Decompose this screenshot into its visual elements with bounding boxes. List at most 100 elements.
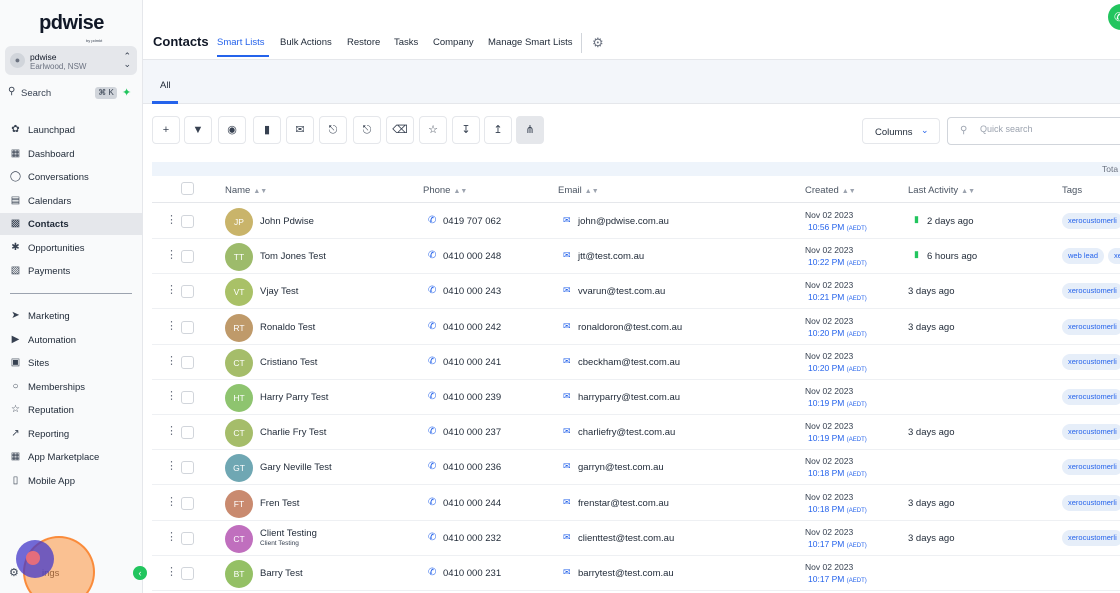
email-icon[interactable]: ✉ [563, 567, 571, 578]
row-menu-icon[interactable]: ⋮ [166, 531, 177, 542]
contact-email[interactable]: harryparry@test.com.au [578, 392, 680, 403]
contact-name[interactable]: Cristiano Test [260, 357, 317, 368]
contact-name[interactable]: Client Testing [260, 528, 317, 539]
row-menu-icon[interactable]: ⋮ [166, 461, 177, 472]
sidebar-item-automation[interactable]: ▶ Automation [9, 329, 137, 351]
contact-name[interactable]: Fren Test [260, 498, 299, 509]
sidebar-item-conversations[interactable]: ◯ Conversations [9, 166, 137, 188]
column-header-phone[interactable]: Phone ▲▼ [423, 185, 467, 196]
row-menu-icon[interactable]: ⋮ [166, 285, 177, 296]
tag-badge[interactable]: xerocustomerli [1062, 318, 1120, 335]
phone-icon[interactable]: ✆ [428, 285, 436, 296]
email-icon[interactable]: ✉ [563, 461, 571, 472]
contact-phone[interactable]: 0410 000 242 [443, 322, 501, 333]
sidebar-item-marketing[interactable]: ➤ Marketing [9, 305, 137, 327]
tag-badge[interactable]: xerocustomerli [1062, 529, 1120, 546]
tab-all[interactable]: All [160, 80, 171, 91]
row-checkbox[interactable] [181, 285, 194, 299]
email-button[interactable]: ✉ [286, 116, 314, 144]
account-switcher[interactable]: ● pdwise Earlwood, NSW ⌃ ⌄ [5, 46, 137, 75]
table-row[interactable]: ⋮ FT Fren Test ✆ 0410 000 244 ✉ frenstar@test.… [152, 486, 1120, 521]
tab-restore[interactable]: Restore [347, 37, 380, 48]
email-icon[interactable]: ✉ [563, 285, 571, 296]
row-checkbox[interactable] [181, 426, 194, 440]
contact-email[interactable]: cbeckham@test.com.au [578, 357, 680, 368]
contact-phone[interactable]: 0410 000 232 [443, 533, 501, 544]
contact-phone[interactable]: 0419 707 062 [443, 216, 501, 227]
row-checkbox[interactable] [181, 215, 194, 228]
row-menu-icon[interactable]: ⋮ [166, 250, 177, 261]
contact-phone[interactable]: 0410 000 241 [443, 357, 501, 368]
contact-email[interactable]: jtt@test.com.au [578, 251, 644, 262]
column-header-last-activity[interactable]: Last Activity ▲▼ [908, 185, 975, 196]
row-checkbox[interactable] [181, 496, 194, 510]
tab-manage-smart-lists[interactable]: Manage Smart Lists [488, 37, 572, 48]
collapse-sidebar-icon[interactable]: ‹ [133, 566, 147, 580]
tab-smart-lists[interactable]: Smart Lists [217, 37, 265, 48]
tag-badge[interactable]: xerocustomerli [1062, 494, 1120, 511]
phone-icon[interactable]: ✆ [428, 426, 436, 437]
sidebar-item-sites[interactable]: ▣ Sites [9, 352, 137, 374]
tag-badge[interactable]: xerocustomerli [1062, 283, 1120, 300]
contact-email[interactable]: barrytest@test.com.au [578, 568, 674, 579]
email-icon[interactable]: ✉ [563, 532, 571, 543]
table-row[interactable]: ⋮ VT Vjay Test ✆ 0410 000 243 ✉ vvarun@test.co… [152, 274, 1120, 310]
row-checkbox[interactable] [181, 461, 194, 475]
sidebar-item-dashboard[interactable]: ▦ Dashboard [9, 143, 137, 165]
contact-phone[interactable]: 0410 000 248 [443, 251, 501, 262]
sparkle-icon[interactable]: ✦ [122, 86, 131, 99]
table-row[interactable]: ⋮ RT Ronaldo Test ✆ 0410 000 242 ✉ ronaldoron@… [152, 310, 1120, 345]
tab-bulk-actions[interactable]: Bulk Actions [280, 37, 332, 48]
sidebar-item-mobile-app[interactable]: ▯ Mobile App [9, 470, 137, 492]
table-row[interactable]: ⋮ GT Gary Neville Test ✆ 0410 000 236 ✉ garryn… [152, 450, 1120, 486]
tag-badge[interactable]: web lead [1062, 248, 1105, 265]
contact-phone[interactable]: 0410 000 243 [443, 286, 501, 297]
table-row[interactable]: ⋮ CT Cristiano Test ✆ 0410 000 241 ✉ cbeckham@… [152, 345, 1120, 380]
sidebar-item-app-marketplace[interactable]: ▦ App Marketplace [9, 446, 137, 468]
row-checkbox[interactable] [181, 355, 194, 369]
sidebar-item-contacts[interactable]: ▩ Contacts [0, 213, 143, 235]
contact-email[interactable]: john@pdwise.com.au [578, 216, 669, 227]
email-icon[interactable]: ✉ [563, 215, 571, 226]
row-menu-icon[interactable]: ⋮ [166, 391, 177, 402]
clipboard-remove-button[interactable]: ⎋ [353, 116, 381, 144]
row-menu-icon[interactable]: ⋮ [166, 426, 177, 437]
trash-button[interactable]: ⌫ [386, 116, 414, 144]
sidebar-item-calendars[interactable]: ▤ Calendars [9, 190, 137, 212]
column-header-created[interactable]: Created ▲▼ [805, 185, 856, 196]
row-menu-icon[interactable]: ⋮ [166, 567, 177, 578]
contact-name[interactable]: Barry Test [260, 568, 303, 579]
contact-phone[interactable]: 0410 000 231 [443, 568, 501, 579]
contact-email[interactable]: charliefry@test.com.au [578, 427, 675, 438]
row-menu-icon[interactable]: ⋮ [166, 496, 177, 507]
tab-tasks[interactable]: Tasks [394, 37, 418, 48]
phone-icon[interactable]: ✆ [428, 250, 436, 261]
message-button[interactable]: ▮ [253, 116, 281, 144]
sidebar-item-memberships[interactable]: ○ Memberships [9, 376, 137, 398]
tag-badge[interactable]: xerocustomerli [1062, 424, 1120, 441]
column-header-email[interactable]: Email ▲▼ [558, 185, 599, 196]
download-button[interactable]: ↧ [452, 116, 480, 144]
select-all-checkbox[interactable] [181, 182, 194, 195]
sidebar-item-reputation[interactable]: ☆ Reputation [9, 399, 137, 421]
sidebar-item-opportunities[interactable]: ✱ Opportunities [9, 237, 137, 259]
contact-name[interactable]: Vjay Test [260, 286, 298, 297]
tag-badge[interactable]: xerocustomerli [1062, 389, 1120, 405]
column-header-name[interactable]: Name ▲▼ [225, 185, 267, 196]
tag-badge[interactable]: xerocustomerli [1062, 213, 1120, 229]
merge-button[interactable]: ⋔ [516, 116, 544, 144]
table-row[interactable]: ⋮ JP John Pdwise ✆ 0419 707 062 ✉ john@pdwise.… [152, 204, 1120, 239]
email-icon[interactable]: ✉ [563, 426, 571, 437]
table-row[interactable]: ⋮ CT Charlie Fry Test ✆ 0410 000 237 ✉ charlie… [152, 415, 1120, 451]
contact-phone[interactable]: 0410 000 244 [443, 498, 501, 509]
phone-icon[interactable]: ✆ [428, 391, 436, 402]
contact-email[interactable]: clienttest@test.com.au [578, 533, 674, 544]
email-icon[interactable]: ✉ [563, 321, 571, 332]
table-row[interactable]: ⋮ TT Tom Jones Test ✆ 0410 000 248 ✉ jtt@test.… [152, 239, 1120, 275]
phone-icon[interactable]: ✆ [428, 567, 436, 578]
contact-name[interactable]: Charlie Fry Test [260, 427, 326, 438]
email-icon[interactable]: ✉ [563, 391, 571, 402]
email-icon[interactable]: ✉ [563, 356, 571, 367]
contact-name[interactable]: John Pdwise [260, 216, 314, 227]
contact-name[interactable]: Harry Parry Test [260, 392, 328, 403]
